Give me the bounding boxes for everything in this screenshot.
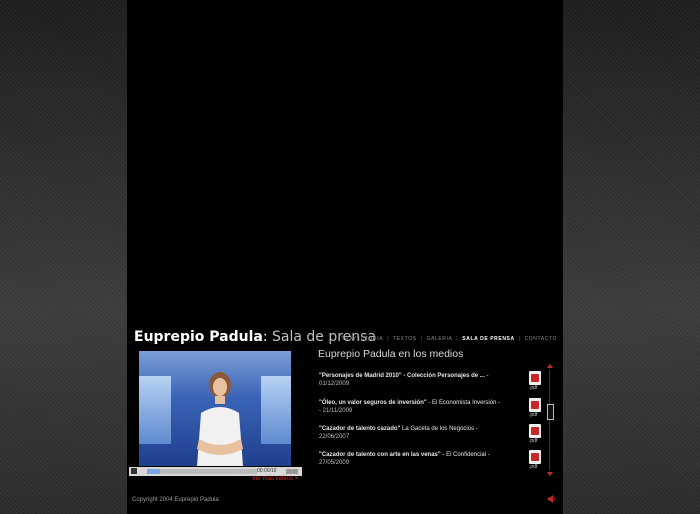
scroll-track[interactable] — [549, 370, 550, 470]
press-item-date: 01/12/2009 — [319, 381, 350, 387]
acrobat-mark-icon — [531, 427, 539, 435]
brand-name: Euprepio Padula — [134, 329, 263, 345]
list-item[interactable]: "Personajes de Madrid 2010" - Colección … — [319, 371, 559, 394]
video-background-screen — [139, 376, 171, 444]
pdf-extension-label: .pdf — [529, 385, 538, 391]
pdf-extension-label: .pdf — [529, 464, 538, 470]
press-item-date: - 21/11/2009 — [319, 408, 353, 414]
press-list-scrollbar[interactable] — [546, 364, 556, 476]
press-item-text: "Personajes de Madrid 2010" - Colección … — [319, 372, 517, 388]
pdf-download-icon[interactable]: .pdf — [529, 450, 543, 472]
top-nav: TRAYECTORIA | TEXTOS | GALERIA | SALA DE PRENS… — [341, 336, 557, 342]
more-videos-link[interactable]: Ver más videos > — [252, 476, 298, 482]
nav-divider: | — [387, 336, 390, 342]
nav-item-sala-de-prensa[interactable]: SALA DE PRENSA — [462, 336, 514, 342]
video-background-screen — [261, 376, 291, 444]
press-item-title: "Personajes de Madrid 2010" - Colección … — [319, 373, 485, 379]
play-button[interactable] — [131, 468, 137, 474]
header-bar: Euprepio Padula: Sala de prensa TRAYECTO… — [127, 327, 563, 347]
acrobat-mark-icon — [531, 401, 539, 409]
press-item-source: - El Confidencial - — [442, 452, 490, 458]
pdf-extension-label: .pdf — [529, 412, 538, 418]
copyright-text: Copyright 2004 Euprepio Padula — [132, 497, 219, 503]
page-title: Euprepio Padula: Sala de prensa — [134, 329, 376, 345]
list-item[interactable]: "Cazador de talento con arte en las vena… — [319, 450, 559, 473]
pdf-extension-label: .pdf — [529, 438, 538, 444]
pdf-download-icon[interactable]: .pdf — [529, 398, 543, 420]
nav-divider: | — [518, 336, 521, 342]
nav-item-galeria[interactable]: GALERIA — [427, 336, 453, 342]
list-item[interactable]: "Cazador de talento cazado" La Gaceta de… — [319, 424, 559, 447]
press-item-source: La Gaceta de los Negocios - — [402, 426, 478, 432]
press-item-text: "Cazador de talento con arte en las vena… — [319, 451, 517, 467]
acrobat-mark-icon — [531, 453, 539, 461]
press-item-source: - El Economista Inversión - — [428, 400, 501, 406]
nav-item-contacto[interactable]: CONTACTO — [525, 336, 557, 342]
acrobat-mark-icon — [531, 374, 539, 382]
scroll-up-icon[interactable] — [547, 364, 553, 368]
main-panel: Euprepio Padula: Sala de prensa TRAYECTO… — [127, 0, 563, 514]
presenter-figure — [197, 372, 243, 466]
press-item-text: "Cazador de talento cazado" La Gaceta de… — [319, 425, 517, 441]
scroll-down-icon[interactable] — [547, 472, 553, 476]
press-item-date: 27/05/2009 — [319, 460, 350, 466]
nav-divider: | — [456, 336, 459, 342]
seek-bar[interactable] — [147, 469, 257, 474]
pdf-download-icon[interactable]: .pdf — [529, 371, 543, 393]
press-item-title: "Cazador de talento con arte en las vena… — [319, 452, 441, 458]
nav-item-trayectoria[interactable]: TRAYECTORIA — [341, 336, 383, 342]
title-separator: : — [262, 329, 268, 345]
media-section-title: Euprepio Padula en los medios — [318, 348, 464, 360]
press-item-title: "Óleo, un valor seguros de inversión" — [319, 400, 427, 406]
nav-divider: | — [420, 336, 423, 342]
press-item-text: "Óleo, un valor seguros de inversión" - … — [319, 399, 517, 415]
video-player[interactable] — [139, 351, 291, 466]
video-controls: 00:00/10 — [129, 467, 302, 476]
press-item-date: 22/06/2007 — [319, 434, 350, 440]
press-item-source: - — [486, 373, 489, 379]
nav-item-textos[interactable]: TEXTOS — [393, 336, 417, 342]
list-item[interactable]: "Óleo, un valor seguros de inversión" - … — [319, 398, 559, 421]
press-item-title: "Cazador de talento cazado" — [319, 426, 403, 432]
speaker-icon[interactable] — [547, 494, 557, 504]
seek-progress — [147, 469, 161, 474]
scroll-thumb[interactable] — [547, 404, 554, 420]
time-readout: 00:00/10 — [257, 468, 277, 474]
volume-slider[interactable] — [286, 469, 298, 474]
pdf-download-icon[interactable]: .pdf — [529, 424, 543, 446]
